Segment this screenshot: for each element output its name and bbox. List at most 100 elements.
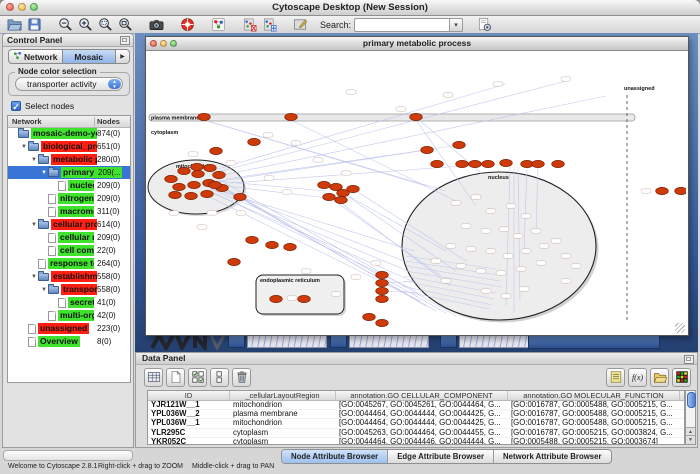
delete-attribute-icon[interactable] — [232, 368, 251, 387]
network-node[interactable] — [376, 319, 389, 326]
tree-row[interactable]: nitrogen compo209(0) — [8, 192, 130, 205]
network-node[interactable] — [532, 160, 545, 167]
tree-row[interactable]: cell communicat22(0) — [8, 244, 130, 257]
float-panel-icon[interactable] — [120, 36, 130, 45]
tab-edge-attribute-browser[interactable]: Edge Attribute Browser — [388, 450, 494, 463]
tree-row[interactable]: ▼primary metabo209(... — [8, 166, 130, 179]
expand-arrow-icon[interactable]: ▼ — [20, 144, 28, 150]
tree-row[interactable]: ▼establishment of lo558(0) — [8, 270, 130, 283]
minimized-window-thumbnail[interactable] — [330, 334, 429, 348]
expand-arrow-icon[interactable]: ▼ — [30, 157, 38, 163]
zoom-in-icon[interactable] — [75, 16, 95, 33]
tree-row[interactable]: mosaic-demo-yeast874(0) — [8, 127, 130, 140]
tree-row[interactable]: ▼biological_process651(0) — [8, 140, 130, 153]
network-node[interactable] — [675, 187, 686, 194]
node-color-dropdown[interactable]: transporter activity ▲▼ — [15, 77, 123, 91]
network-node[interactable] — [298, 295, 311, 302]
network-node[interactable] — [347, 185, 360, 192]
network-node[interactable] — [552, 160, 565, 167]
minimized-window-thumbnail[interactable] — [228, 334, 327, 348]
network-node[interactable] — [285, 113, 298, 120]
unselect-all-attributes-icon[interactable] — [210, 368, 229, 387]
open-network-icon[interactable] — [4, 16, 24, 33]
save-session-icon[interactable] — [24, 16, 44, 33]
network-node[interactable] — [421, 146, 434, 153]
network-node[interactable] — [500, 159, 513, 166]
network-node[interactable] — [209, 181, 222, 188]
table-column-header[interactable]: annotation.GO CELLULAR_COMPONENT — [336, 391, 508, 400]
search-input[interactable] — [354, 18, 450, 32]
network-node[interactable] — [284, 243, 297, 250]
network-node[interactable] — [191, 163, 204, 170]
network-node[interactable] — [198, 113, 211, 120]
network-node[interactable] — [376, 295, 389, 302]
expand-arrow-icon[interactable]: ▼ — [30, 222, 38, 228]
view-zoom-button[interactable] — [170, 40, 177, 47]
table-column-header[interactable]: ID — [148, 391, 230, 400]
table-column-header[interactable]: annotation.GO MOLECULAR_FUNCTION — [508, 391, 680, 400]
network-node[interactable] — [169, 191, 182, 198]
window-titlebar[interactable]: Cytoscape Desktop (New Session) — [0, 0, 700, 16]
view-close-button[interactable] — [150, 40, 157, 47]
select-all-attributes-icon[interactable] — [188, 368, 207, 387]
tree-row[interactable]: ▼cellular process614(0) — [8, 218, 130, 231]
network-node[interactable] — [456, 160, 469, 167]
network-node[interactable] — [188, 181, 201, 188]
zoom-fit-icon[interactable] — [115, 16, 135, 33]
network-node[interactable] — [228, 258, 241, 265]
table-scrollbar[interactable]: ▲ ▼ — [685, 390, 696, 445]
network-node[interactable] — [335, 196, 348, 203]
search-config-icon[interactable] — [474, 16, 494, 33]
import-attributes-icon[interactable] — [650, 368, 669, 387]
network-node[interactable] — [431, 160, 444, 167]
network-view-titlebar[interactable]: primary metabolic process — [146, 37, 688, 51]
network-node[interactable] — [210, 147, 223, 154]
network-node[interactable] — [213, 171, 226, 178]
network-node[interactable] — [376, 271, 389, 278]
create-new-attribute-icon[interactable] — [166, 368, 185, 387]
formula-builder-icon[interactable]: f(x) — [628, 368, 647, 387]
minimize-button[interactable] — [18, 3, 26, 11]
network-node[interactable] — [469, 160, 482, 167]
network-node[interactable] — [185, 192, 198, 199]
expand-arrow-icon[interactable]: ▼ — [40, 287, 48, 293]
network-node[interactable] — [234, 193, 247, 200]
tree-row[interactable]: unassigned223(0) — [8, 322, 130, 335]
float-panel-icon[interactable] — [684, 355, 694, 364]
tab-node-attribute-browser[interactable]: Node Attribute Browser — [282, 450, 388, 463]
tree-row[interactable]: ▼metabolic process280(0) — [8, 153, 130, 166]
tab-overflow-arrow[interactable]: ▶ — [116, 49, 130, 64]
network-node[interactable] — [201, 190, 214, 197]
tree-row[interactable]: ▼transport558(0) — [8, 283, 130, 296]
tree-row[interactable]: secretion41(0) — [8, 296, 130, 309]
view-minimize-button[interactable] — [160, 40, 167, 47]
expand-arrow-icon[interactable]: ▼ — [40, 170, 48, 176]
tab-mosaic[interactable]: Mosaic — [62, 49, 117, 64]
table-column-header[interactable]: _cellularLayoutRegion — [230, 391, 336, 400]
resize-grip-icon[interactable] — [675, 323, 685, 333]
snapshot-camera-icon[interactable] — [146, 16, 166, 33]
table-row[interactable]: YLR295Ccytoplasm[GO:0045263, GO:0044464,… — [148, 429, 684, 438]
network-node[interactable] — [173, 183, 186, 190]
table-row[interactable]: YKR052Ccytoplasm[GO:0044464, GO:0044446,… — [148, 438, 684, 445]
select-nodes-checkbox[interactable]: ✓ — [11, 101, 21, 111]
network-node[interactable] — [453, 141, 466, 148]
search-dropdown-arrow[interactable]: ▾ — [450, 18, 463, 32]
close-button[interactable] — [6, 3, 14, 11]
network-node[interactable] — [248, 138, 261, 145]
annotation-icon[interactable] — [290, 16, 310, 33]
table-row[interactable]: YPL036W__2plasma membrane[GO:0044464, GO… — [148, 410, 684, 419]
tree-row[interactable]: Overview8(0) — [8, 335, 130, 348]
tree-row[interactable]: cellular metabo209(0) — [8, 231, 130, 244]
attribute-batch-icon[interactable] — [606, 368, 625, 387]
network-node[interactable] — [410, 113, 423, 120]
network-node[interactable] — [270, 295, 283, 302]
create-network-view-icon[interactable] — [259, 16, 279, 33]
tab-network[interactable]: Network — [8, 49, 62, 64]
scroll-down-icon[interactable]: ▼ — [686, 435, 695, 444]
minimized-window-bar[interactable] — [528, 334, 660, 349]
network-node[interactable] — [376, 279, 389, 286]
tree-row[interactable]: multi-organism pro42(0) — [8, 309, 130, 322]
network-node[interactable] — [482, 160, 495, 167]
tree-row[interactable]: response to stimulu264(0) — [8, 257, 130, 270]
